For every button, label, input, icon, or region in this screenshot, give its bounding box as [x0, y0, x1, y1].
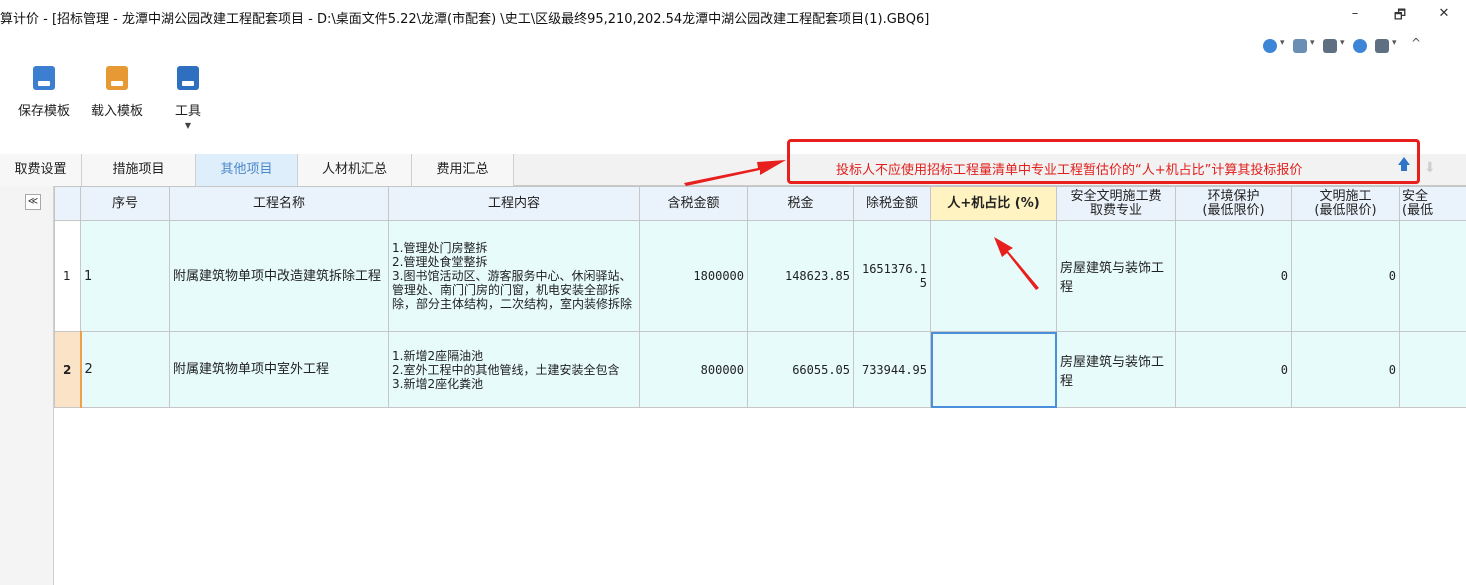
- tools-label: 工具: [174, 104, 201, 119]
- cell-seq[interactable]: 1: [80, 220, 170, 332]
- maximize-button[interactable]: 🗗: [1388, 6, 1412, 24]
- tab-measures[interactable]: 措施项目: [82, 154, 196, 186]
- load-template-label: 载入模板: [90, 104, 143, 119]
- header-safety-fee[interactable]: 安全文明施工费 取费专业: [1056, 186, 1176, 221]
- cell-tax[interactable]: 66055.05: [747, 331, 854, 408]
- cell-safety-fee[interactable]: 房屋建筑与装饰工程: [1056, 331, 1176, 408]
- header-row: 序号 工程名称 工程内容 含税金额 税金 除税金额 人+机占比 (%) 安全文明…: [54, 186, 1466, 221]
- header-safety-cut[interactable]: 安全 (最低: [1399, 186, 1466, 221]
- tools-dropdown-icon[interactable]: ▼: [168, 121, 208, 130]
- cell-tax-excl[interactable]: 733944.95: [853, 331, 931, 408]
- header-rownum: [54, 186, 81, 221]
- tab-fee-summary[interactable]: 费用汇总: [412, 154, 514, 186]
- cell-tax[interactable]: 148623.85: [747, 220, 854, 332]
- tab-labor-material-summary[interactable]: 人材机汇总: [298, 154, 412, 186]
- tools-button[interactable]: 工具 ▼: [168, 66, 208, 130]
- cell-civil[interactable]: 0: [1291, 331, 1400, 408]
- help-icon[interactable]: [1375, 39, 1389, 53]
- close-button[interactable]: ✕: [1432, 6, 1456, 24]
- tools-icon: [177, 66, 199, 90]
- cell-tax-incl[interactable]: 800000: [639, 331, 748, 408]
- window-icon[interactable]: [1323, 39, 1337, 53]
- header-labor-ratio[interactable]: 人+机占比 (%): [930, 186, 1057, 221]
- headset-icon[interactable]: [1263, 39, 1277, 53]
- cell-env[interactable]: 0: [1175, 331, 1292, 408]
- row-number[interactable]: 2: [54, 331, 82, 408]
- table-row[interactable]: 1 1 附属建筑物单项中改造建筑拆除工程 1.管理处门房整拆 2.管理处食堂整拆…: [54, 220, 1466, 332]
- cell-tax-excl[interactable]: 1651376.15: [853, 220, 931, 332]
- header-civil[interactable]: 文明施工 (最低限价): [1291, 186, 1400, 221]
- cell-seq[interactable]: 2: [80, 331, 170, 408]
- annotation-box: 投标人不应使用招标工程量清单中专业工程暂估价的“人+机占比”计算其投标报价: [787, 139, 1420, 184]
- help-dropdown-icon[interactable]: ▾: [1392, 38, 1397, 48]
- other-items-grid: 序号 工程名称 工程内容 含税金额 税金 除税金额 人+机占比 (%) 安全文明…: [54, 186, 1466, 408]
- load-template-icon: [106, 66, 128, 90]
- header-tax[interactable]: 税金: [747, 186, 854, 221]
- apps-dropdown-icon[interactable]: ▾: [1310, 38, 1315, 48]
- annotation-text: 投标人不应使用招标工程量清单中专业工程暂估价的“人+机占比”计算其投标报价: [836, 163, 1303, 178]
- window-dropdown-icon[interactable]: ▾: [1340, 38, 1345, 48]
- save-template-label: 保存模板: [17, 104, 70, 119]
- help-strip: ▾ ▾ ▾ ▾ ^: [1263, 36, 1463, 56]
- cell-civil[interactable]: 0: [1291, 220, 1400, 332]
- header-tax-incl[interactable]: 含税金额: [639, 186, 748, 221]
- window-title: 算计价 - [招标管理 - 龙潭中湖公园改建工程配套项目 - D:\桌面文件5.…: [0, 12, 930, 27]
- navigation-gutter: ≪: [0, 186, 54, 585]
- move-up-icon-stem: [1401, 164, 1407, 171]
- cell-name[interactable]: 附属建筑物单项中改造建筑拆除工程: [169, 220, 389, 332]
- tab-other-items[interactable]: 其他项目: [196, 154, 298, 186]
- cell-name[interactable]: 附属建筑物单项中室外工程: [169, 331, 389, 408]
- move-down-icon[interactable]: ⬇: [1424, 160, 1436, 176]
- cell-labor-ratio[interactable]: [930, 220, 1057, 332]
- tab-fee-settings[interactable]: 取费设置: [0, 154, 82, 186]
- save-template-button[interactable]: 保存模板: [12, 66, 76, 119]
- row-number[interactable]: 1: [54, 220, 81, 332]
- cell-safety-cut[interactable]: [1399, 220, 1466, 332]
- cell-content[interactable]: 1.管理处门房整拆 2.管理处食堂整拆 3.图书馆活动区、游客服务中心、休闲驿站…: [388, 220, 640, 332]
- apps-grid-icon[interactable]: [1293, 39, 1307, 53]
- load-template-button[interactable]: 载入模板: [84, 66, 150, 119]
- header-env[interactable]: 环境保护 (最低限价): [1175, 186, 1292, 221]
- cell-safety-cut[interactable]: [1399, 331, 1466, 408]
- collapse-ribbon-icon[interactable]: ^: [1411, 36, 1421, 50]
- header-seq[interactable]: 序号: [80, 186, 170, 221]
- cell-env[interactable]: 0: [1175, 220, 1292, 332]
- save-template-icon: [33, 66, 55, 90]
- header-name[interactable]: 工程名称: [169, 186, 389, 221]
- header-content[interactable]: 工程内容: [388, 186, 640, 221]
- headset-dropdown-icon[interactable]: ▾: [1280, 38, 1285, 48]
- support-icon[interactable]: [1353, 39, 1367, 53]
- cell-content[interactable]: 1.新增2座隔油池 2.室外工程中的其他管线，土建安装全包含 3.新增2座化粪池: [388, 331, 640, 408]
- cell-labor-ratio[interactable]: [930, 331, 1057, 408]
- header-tax-excl[interactable]: 除税金额: [853, 186, 931, 221]
- collapse-panel-button[interactable]: ≪: [25, 194, 41, 210]
- title-bar: 算计价 - [招标管理 - 龙潭中湖公园改建工程配套项目 - D:\桌面文件5.…: [0, 0, 1466, 32]
- cell-safety-fee[interactable]: 房屋建筑与装饰工程: [1056, 220, 1176, 332]
- table-row[interactable]: 2 2 附属建筑物单项中室外工程 1.新增2座隔油池 2.室外工程中的其他管线，…: [54, 331, 1466, 408]
- cell-tax-incl[interactable]: 1800000: [639, 220, 748, 332]
- minimize-button[interactable]: –: [1343, 6, 1367, 24]
